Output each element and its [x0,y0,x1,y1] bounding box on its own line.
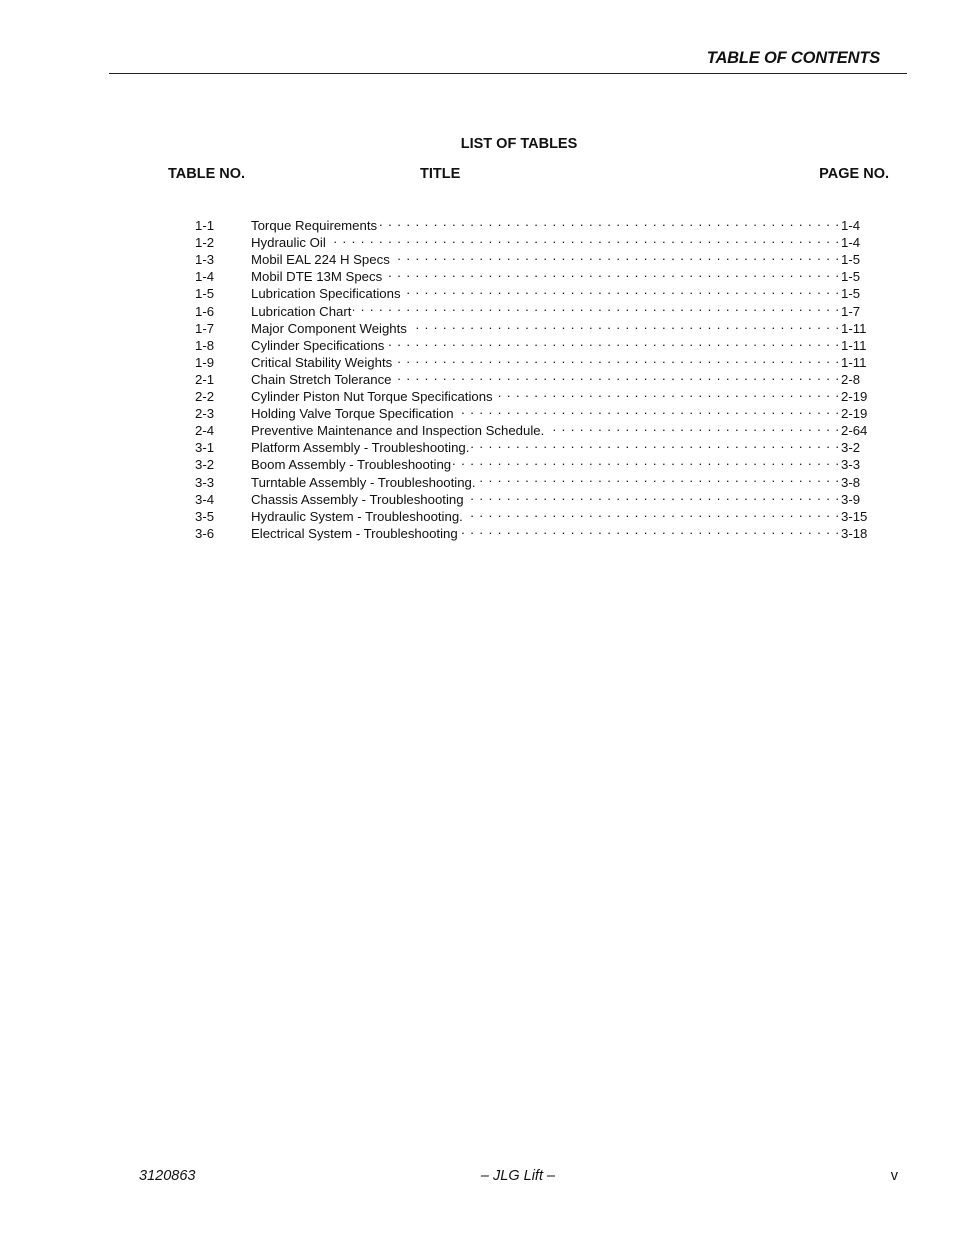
table-number: 1-9 [195,354,215,370]
table-title[interactable]: Holding Valve Torque Specification [251,405,454,422]
table-title[interactable]: Lubrication Chart [251,303,351,320]
table-title[interactable]: Mobil DTE 13M Specs [251,268,382,285]
dot-leader [403,281,840,298]
dot-leader [466,487,840,504]
table-number: 2-4 [195,423,215,439]
table-number: 2-1 [195,371,215,387]
dot-leader [392,247,840,264]
page-reference[interactable]: 1-4 [841,217,869,234]
table-title[interactable]: Chassis Assembly - Troubleshooting [251,491,464,508]
footer-brand: – JLG Lift – [480,1168,556,1184]
page-reference[interactable]: 1-11 [841,320,869,337]
table-title[interactable]: Critical Stability Weights [251,354,392,371]
table-number: 1-6 [195,303,215,319]
dot-leader [460,521,840,538]
page-reference[interactable]: 3-2 [841,439,869,456]
table-title[interactable]: Boom Assembly - Troubleshooting [251,456,451,473]
table-number: 3-4 [195,491,215,507]
toc-entry[interactable]: 1-1Torque Requirements1-4 [195,213,869,233]
page-number: v [890,1168,898,1184]
list-title: LIST OF TABLES [460,136,578,152]
table-number: 3-3 [195,474,215,490]
dot-leader [478,469,840,486]
page-reference[interactable]: 1-5 [841,251,869,268]
table-title[interactable]: Platform Assembly - Troubleshooting. [251,439,469,456]
table-title[interactable]: Turntable Assembly - Troubleshooting. [251,474,476,491]
table-title[interactable]: Electrical System - Troubleshooting [251,525,458,542]
table-number: 2-2 [195,389,215,405]
table-number: 1-3 [195,252,215,268]
table-number: 3-6 [195,525,215,541]
dot-leader [386,333,840,350]
table-number: 1-1 [195,218,215,234]
dot-leader [456,401,840,418]
header-divider [109,73,907,74]
dot-leader [384,264,840,281]
list-of-tables: 1-1Torque Requirements1-4 1-2 Hydraulic Oi… [195,213,869,541]
page-reference[interactable]: 3-3 [841,456,869,473]
dot-leader [409,316,840,333]
page-reference[interactable]: 3-9 [841,491,869,508]
dot-leader [328,230,840,247]
page-reference[interactable]: 3-8 [841,474,869,491]
table-title[interactable]: Chain Stretch Tolerance [251,371,392,388]
table-number: 3-5 [195,508,215,524]
dot-leader [465,504,840,521]
page-reference[interactable]: 1-7 [841,303,869,320]
dot-leader [379,213,840,230]
table-number: 3-2 [195,457,215,473]
dot-leader [495,384,840,401]
page-reference[interactable]: 3-15 [841,508,869,525]
table-title[interactable]: Hydraulic System - Troubleshooting. [251,508,463,525]
page-reference[interactable]: 1-5 [841,268,869,285]
table-number: 1-4 [195,269,215,285]
page-reference[interactable]: 1-5 [841,285,869,302]
page-reference[interactable]: 1-11 [841,337,869,354]
column-header-page-no: PAGE NO. [819,166,889,182]
page-reference[interactable]: 2-19 [841,388,869,405]
table-number: 1-5 [195,286,215,302]
table-number: 2-3 [195,406,215,422]
page-reference[interactable]: 3-18 [841,525,869,542]
page-reference[interactable]: 1-4 [841,234,869,251]
page-reference[interactable]: 2-64 [841,422,869,439]
column-header-table-no: TABLE NO. [168,166,246,182]
page-reference[interactable]: 1-11 [841,354,869,371]
dot-leader [471,435,840,452]
dot-leader [353,298,840,315]
table-title[interactable]: Cylinder Specifications [251,337,384,354]
page-reference[interactable]: 2-8 [841,371,869,388]
dot-leader [546,418,840,435]
table-title[interactable]: Mobil EAL 224 H Specs [251,251,390,268]
table-number: 3-1 [195,440,215,456]
table-number: 1-2 [195,235,215,251]
section-title: TABLE OF CONTENTS [706,49,880,67]
dot-leader [453,452,840,469]
table-number: 1-8 [195,337,215,353]
dot-leader [394,350,840,367]
column-header-title: TITLE [420,166,461,182]
table-title[interactable]: Hydraulic Oil [251,234,326,251]
table-title[interactable]: Major Component Weights [251,320,407,337]
table-number: 1-7 [195,320,215,336]
dot-leader [394,367,840,384]
page-reference[interactable]: 2-19 [841,405,869,422]
